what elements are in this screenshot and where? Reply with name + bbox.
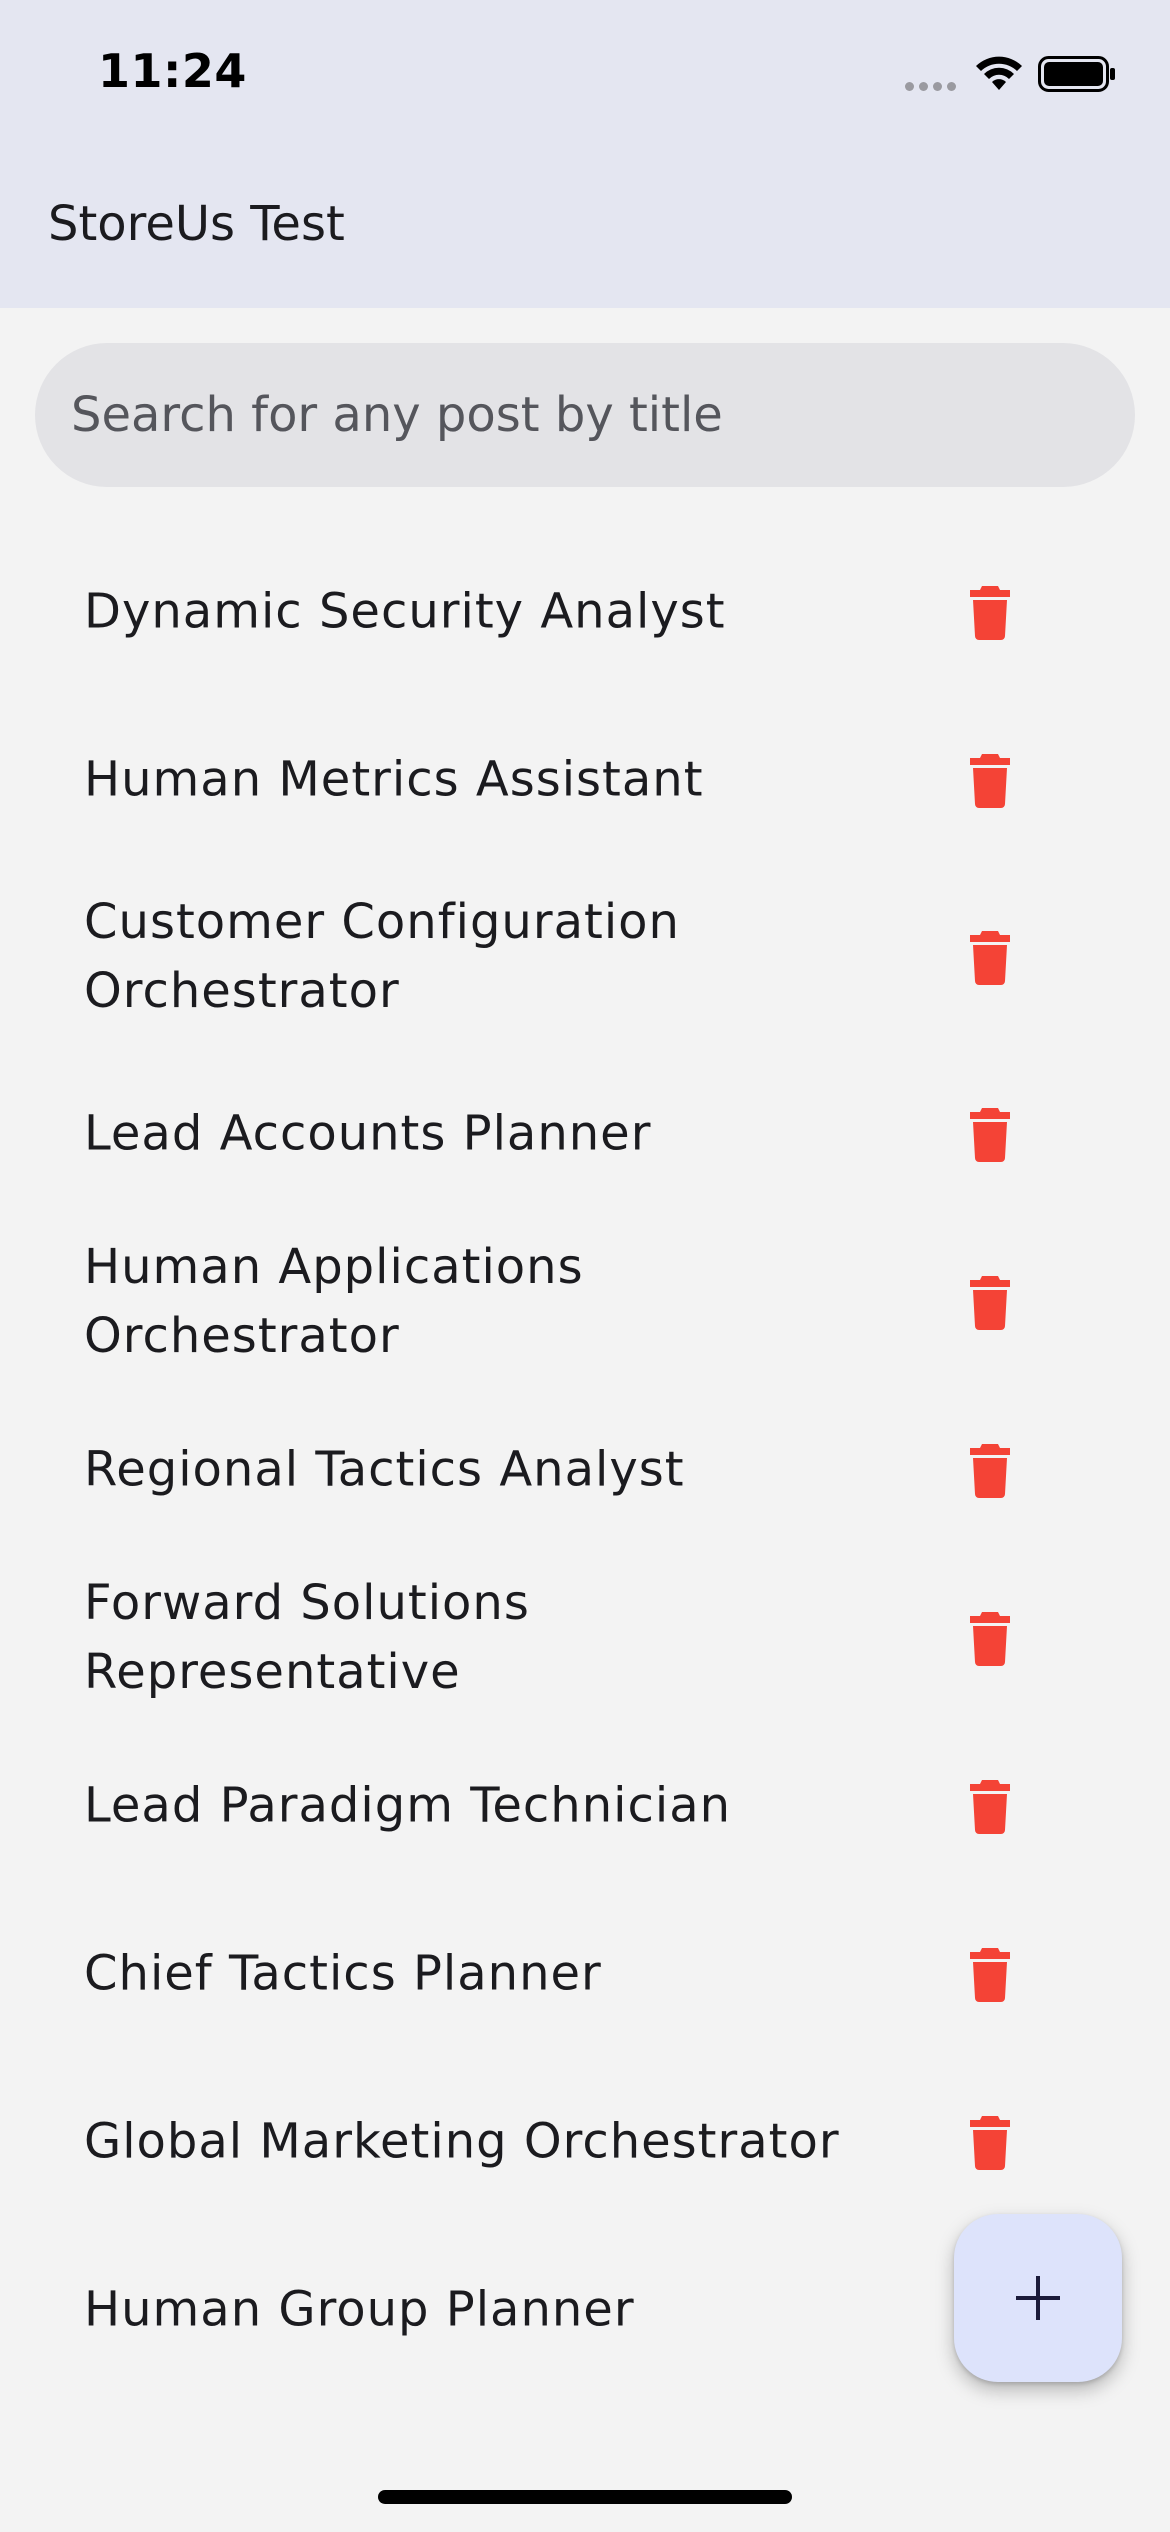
plus-icon	[1016, 2276, 1060, 2320]
list-item[interactable]: Chief Tactics Planner	[0, 1890, 1170, 2058]
delete-button[interactable]	[954, 2106, 1026, 2178]
list-item[interactable]: Forward Solutions Representative	[0, 1554, 1170, 1722]
list-item[interactable]: Customer Configuration Orchestrator	[0, 864, 1170, 1050]
post-list: Dynamic Security Analyst Human Metrics A…	[0, 528, 1170, 2394]
trash-icon	[970, 1780, 1010, 1834]
delete-button[interactable]	[954, 576, 1026, 648]
list-item[interactable]: Lead Paradigm Technician	[0, 1722, 1170, 1890]
trash-icon	[970, 586, 1010, 640]
list-item[interactable]: Human Applications Orchestrator	[0, 1218, 1170, 1386]
post-title: Regional Tactics Analyst	[84, 1441, 685, 1498]
list-item[interactable]: Regional Tactics Analyst	[0, 1386, 1170, 1554]
add-post-button[interactable]	[954, 2214, 1122, 2382]
post-title: Lead Accounts Planner	[84, 1105, 652, 1162]
list-item[interactable]: Global Marketing Orchestrator	[0, 2058, 1170, 2226]
delete-button[interactable]	[954, 1434, 1026, 1506]
battery-icon	[1038, 56, 1115, 92]
post-title: Chief Tactics Planner	[84, 1945, 602, 2002]
trash-icon	[970, 1276, 1010, 1330]
trash-icon	[970, 931, 1010, 985]
home-indicator[interactable]	[378, 2490, 792, 2504]
post-title: Human Applications Orchestrator	[84, 1239, 584, 1364]
trash-icon	[970, 2116, 1010, 2170]
post-title: Global Marketing Orchestrator	[84, 2113, 840, 2170]
trash-icon	[970, 1108, 1010, 1162]
status-time: 11:24	[98, 44, 247, 98]
delete-button[interactable]	[954, 744, 1026, 816]
delete-button[interactable]	[954, 1098, 1026, 1170]
list-item[interactable]: Dynamic Security Analyst	[0, 528, 1170, 696]
delete-button[interactable]	[954, 1602, 1026, 1674]
post-title: Human Metrics Assistant	[84, 751, 704, 808]
list-item[interactable]: Human Metrics Assistant	[0, 696, 1170, 864]
search-input[interactable]	[71, 343, 1091, 487]
search-bar[interactable]	[35, 343, 1135, 487]
delete-button[interactable]	[954, 921, 1026, 993]
trash-icon	[970, 1612, 1010, 1666]
trash-icon	[970, 754, 1010, 808]
delete-button[interactable]	[954, 1938, 1026, 2010]
wifi-icon	[976, 56, 1022, 90]
delete-button[interactable]	[954, 1770, 1026, 1842]
post-title: Dynamic Security Analyst	[84, 583, 726, 640]
post-title: Human Group Planner	[84, 2281, 635, 2338]
trash-icon	[970, 1444, 1010, 1498]
list-item[interactable]: Lead Accounts Planner	[0, 1050, 1170, 1218]
post-title: Customer Configuration Orchestrator	[84, 894, 680, 1019]
delete-button[interactable]	[954, 1266, 1026, 1338]
trash-icon	[970, 1948, 1010, 2002]
app-title: StoreUs Test	[48, 196, 345, 252]
post-title: Forward Solutions Representative	[84, 1575, 530, 1700]
post-title: Lead Paradigm Technician	[84, 1777, 732, 1834]
cellular-signal-icon	[905, 82, 956, 91]
app-header: 11:24 StoreUs Test	[0, 0, 1170, 308]
